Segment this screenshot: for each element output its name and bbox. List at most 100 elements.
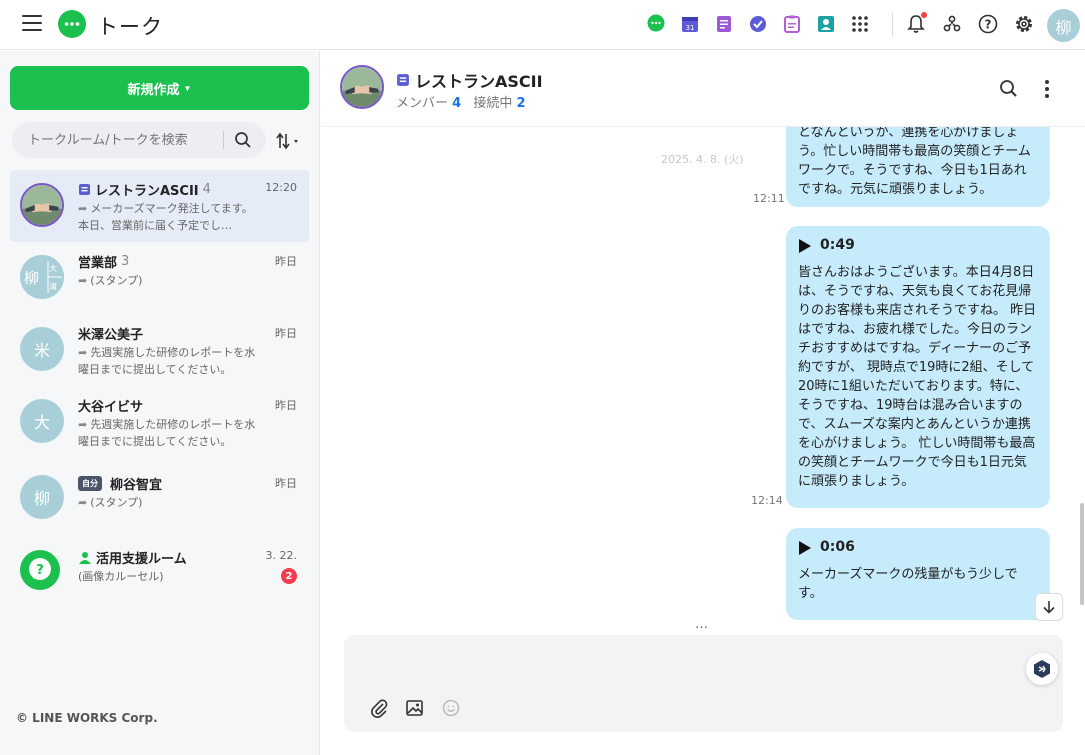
- new-create-button[interactable]: 新規作成 ▼: [10, 66, 309, 110]
- chat-time: 昨日: [275, 477, 297, 490]
- help-bubble-icon: ?: [29, 558, 51, 580]
- avatar-initial-sub: 清: [49, 282, 57, 291]
- chat-room: レストランASCII メンバー 4 接続中 2 2025. 4. 8. (火) …: [321, 51, 1085, 755]
- note-icon[interactable]: [713, 13, 735, 35]
- more-vertical-icon[interactable]: [1039, 78, 1055, 100]
- room-icon: [79, 184, 90, 195]
- organization-icon[interactable]: [940, 12, 964, 36]
- talk-service-icon[interactable]: [645, 13, 667, 35]
- app-window: トーク 31 ? 柳 新規作成 ▼ トークルーム/トークを検索 レストランASC…: [0, 0, 1085, 755]
- svg-text:31: 31: [686, 24, 695, 32]
- chat-item-sales[interactable]: 柳 大 清 営業部 3 昨日 ➦ (スタンプ): [10, 242, 309, 314]
- caret-down-icon: ▼: [183, 83, 192, 93]
- member-count: 3: [121, 254, 130, 269]
- voice-duration: 0:06: [820, 539, 855, 555]
- forward-icon: ➦: [78, 418, 88, 431]
- task-icon[interactable]: [747, 13, 769, 35]
- user-avatar[interactable]: 柳: [1047, 9, 1080, 42]
- voice-message-bubble[interactable]: 0:06 メーカーズマークの残量がもう少しです。: [786, 528, 1050, 620]
- talk-logo-icon: [58, 10, 86, 38]
- chat-time: 昨日: [275, 399, 297, 412]
- member-count: 4: [202, 182, 211, 197]
- chat-preview-text: (スタンプ): [90, 496, 143, 509]
- avatar-initial-sub: 大: [49, 264, 57, 273]
- chat-name: 営業部 3: [78, 252, 129, 271]
- sort-button[interactable]: [275, 130, 305, 152]
- room-search-icon[interactable]: [998, 78, 1020, 100]
- voice-message-bubble[interactable]: 0:49 皆さんおはようございます。本日4月8日は、そうですね、天気も良くてお花…: [786, 226, 1050, 508]
- svg-text:?: ?: [985, 18, 992, 32]
- message-bubble[interactable]: となんというか、連携を心がけましょう。忙しい時間帯も最高の笑顔とチームワークで。…: [786, 127, 1050, 207]
- contacts-icon[interactable]: [815, 13, 837, 35]
- self-badge: 自分: [78, 476, 102, 491]
- ai-assist-button[interactable]: [1026, 653, 1058, 685]
- scroll-to-bottom-button[interactable]: [1035, 593, 1063, 621]
- image-icon[interactable]: [404, 697, 426, 719]
- message-list: 2025. 4. 8. (火) となんというか、連携を心がけましょう。忙しい時間…: [321, 127, 1085, 623]
- menu-icon[interactable]: [22, 15, 42, 33]
- handshake-photo-icon: [22, 185, 62, 225]
- chat-preview-text: (画像カルーセル): [78, 570, 164, 583]
- chat-preview: ➦ (スタンプ): [78, 494, 258, 511]
- chat-item-support-room[interactable]: ? 活用支援ルーム 3. 22. (画像カルーセル) 2: [10, 538, 309, 610]
- calendar-icon[interactable]: 31: [679, 13, 701, 35]
- arrow-down-icon: [1043, 601, 1055, 614]
- room-avatar[interactable]: [340, 65, 384, 109]
- members-count: 4: [452, 96, 462, 111]
- chat-preview: ➦ 先週実施した研修のレポートを水曜日までに提出してください。: [78, 344, 258, 378]
- search-divider: [223, 131, 224, 149]
- attach-icon[interactable]: [368, 697, 390, 719]
- scrollbar-thumb[interactable]: [1080, 503, 1084, 605]
- gear-icon[interactable]: [1012, 12, 1036, 36]
- chat-time: 昨日: [275, 327, 297, 340]
- chat-preview: ➦ (スタンプ): [78, 272, 258, 289]
- chat-avatar: 柳: [20, 475, 64, 519]
- chat-item-self[interactable]: 柳 自分 柳谷智宜 昨日 ➦ (スタンプ): [10, 458, 309, 530]
- bell-icon[interactable]: [904, 12, 928, 36]
- chat-avatar: 米: [20, 327, 64, 371]
- sidebar: 新規作成 ▼ レストランASCII 4 12:20 ➦メーカーズ: [0, 51, 320, 755]
- voice-player[interactable]: 0:49: [798, 236, 1038, 255]
- service-icons: 31: [645, 13, 871, 35]
- talk-search-box: [12, 122, 266, 158]
- new-create-label: 新規作成: [127, 81, 180, 97]
- message-input[interactable]: [358, 647, 1008, 687]
- chat-name-text: レストランASCII: [95, 184, 199, 199]
- form-icon[interactable]: [781, 13, 803, 35]
- composer-toolbar: [368, 697, 462, 719]
- forward-icon: ➦: [78, 202, 88, 215]
- room-header: レストランASCII メンバー 4 接続中 2: [321, 51, 1085, 127]
- chat-preview-text: メーカーズマーク発注してます。本日、営業前に届く予定でし…: [78, 202, 253, 232]
- message-time: 12:14: [751, 494, 783, 507]
- chat-avatar: 大: [20, 399, 64, 443]
- chat-name: 大谷イビサ: [78, 396, 143, 415]
- svg-text:?: ?: [36, 563, 44, 578]
- chat-list: レストランASCII 4 12:20 ➦ メーカーズマーク発注してます。本日、営業…: [10, 170, 309, 610]
- ai-assist-icon: [1034, 660, 1050, 678]
- chat-name-text: 米澤公美子: [78, 328, 144, 343]
- room-icon: [397, 74, 409, 86]
- chat-item-otani[interactable]: 大 大谷イビサ 昨日 ➦ 先週実施した研修のレポートを水曜日までに提出してください…: [10, 386, 309, 458]
- forward-icon: ➦: [78, 496, 88, 509]
- chat-time: 12:20: [265, 181, 297, 194]
- resize-handle[interactable]: …: [695, 617, 709, 632]
- chat-preview: ➦ 先週実施した研修のレポートを水曜日までに提出してください。: [78, 416, 258, 450]
- message-time: 12:11: [753, 192, 785, 205]
- message-composer: [344, 635, 1063, 732]
- emoji-icon[interactable]: [440, 697, 462, 719]
- message-text: 皆さんおはようございます。本日4月8日は、そうですね、天気も良くてお花見帰りのお…: [798, 265, 1037, 489]
- room-subtitle[interactable]: メンバー 4 接続中 2: [396, 92, 534, 111]
- chat-item-restaurant[interactable]: レストランASCII 4 12:20 ➦ メーカーズマーク発注してます。本日、営業…: [10, 170, 309, 242]
- play-icon[interactable]: [798, 238, 812, 254]
- room-title: レストランASCII: [396, 68, 543, 92]
- search-icon[interactable]: [234, 131, 252, 149]
- apps-grid-icon[interactable]: [849, 13, 871, 35]
- play-icon[interactable]: [798, 540, 812, 556]
- top-bar: トーク 31 ? 柳: [0, 0, 1085, 50]
- help-icon[interactable]: ?: [976, 12, 1000, 36]
- talk-search-input[interactable]: [28, 132, 223, 148]
- chat-name: 米澤公美子: [78, 324, 143, 343]
- header-divider: [892, 13, 893, 37]
- voice-player[interactable]: 0:06: [798, 538, 1038, 557]
- chat-item-yonezawa[interactable]: 米 米澤公美子 昨日 ➦ 先週実施した研修のレポートを水曜日までに提出してください…: [10, 314, 309, 386]
